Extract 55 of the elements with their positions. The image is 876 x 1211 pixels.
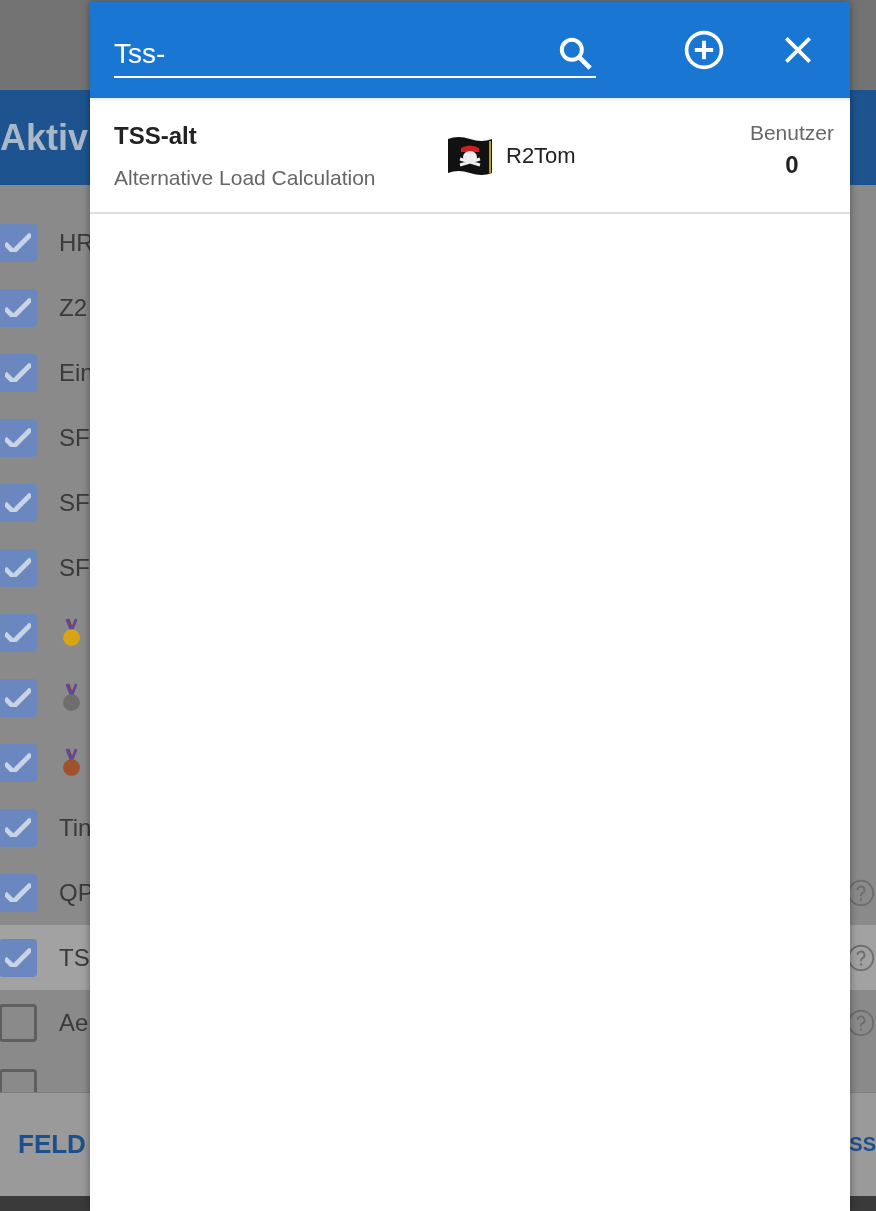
check-icon — [5, 948, 31, 967]
checkbox[interactable] — [0, 613, 37, 652]
help-icon[interactable] — [847, 878, 875, 907]
list-row[interactable]: Tin — [0, 795, 876, 860]
row-label: Ae — [59, 1008, 89, 1037]
checkbox[interactable] — [0, 678, 37, 717]
checkbox[interactable] — [0, 353, 37, 392]
check-icon — [5, 558, 31, 577]
medal-icon — [63, 748, 80, 777]
row-label: SF — [59, 423, 90, 452]
list-row[interactable]: Z2 — [0, 275, 876, 340]
checkbox[interactable] — [0, 1003, 37, 1042]
result-description: Alternative Load Calculation — [114, 166, 377, 190]
medal-icon — [63, 683, 80, 712]
checkbox[interactable] — [0, 223, 37, 262]
add-icon[interactable] — [682, 28, 726, 72]
author-name: R2Tom — [506, 143, 576, 169]
check-icon — [5, 363, 31, 382]
search-field[interactable]: Tss- — [114, 32, 596, 78]
check-icon — [5, 818, 31, 837]
flag-icon — [446, 135, 494, 177]
list-row[interactable]: SF — [0, 470, 876, 535]
help-icon[interactable] — [847, 1008, 875, 1037]
page-title: Aktiv — [0, 116, 89, 159]
check-icon — [5, 298, 31, 317]
check-icon — [5, 623, 31, 642]
checkbox[interactable] — [0, 808, 37, 847]
users-count: 0 — [785, 151, 799, 179]
row-label: Tin — [59, 813, 92, 842]
checkbox[interactable] — [0, 743, 37, 782]
users-label: Benutzer — [749, 121, 834, 145]
check-icon — [5, 493, 31, 512]
footer-button[interactable]: SS — [849, 1133, 876, 1156]
help-icon[interactable] — [847, 943, 875, 972]
checkbox[interactable] — [0, 483, 37, 522]
result-title: TSS-alt — [114, 122, 198, 150]
footer-button[interactable]: FELD — [0, 1129, 104, 1160]
checkbox[interactable] — [0, 418, 37, 457]
check-icon — [5, 753, 31, 772]
checkbox[interactable] — [0, 288, 37, 327]
row-label: SF — [59, 488, 90, 517]
list-row[interactable]: SF — [0, 535, 876, 600]
medal-icon — [63, 618, 80, 647]
check-icon — [5, 428, 31, 447]
checkbox[interactable] — [0, 548, 37, 587]
row-label: SF — [59, 553, 90, 582]
row-label: TS — [59, 943, 90, 972]
checkbox[interactable] — [0, 938, 37, 977]
check-icon — [5, 233, 31, 252]
list-row[interactable]: SF — [0, 405, 876, 470]
check-icon — [5, 688, 31, 707]
result-row[interactable]: TSS-alt Alternative Load Calculation R2Tom Benutzer 0 — [90, 98, 850, 214]
row-label: Z2 — [59, 293, 87, 322]
check-icon — [5, 883, 31, 902]
checkbox[interactable] — [0, 873, 37, 912]
